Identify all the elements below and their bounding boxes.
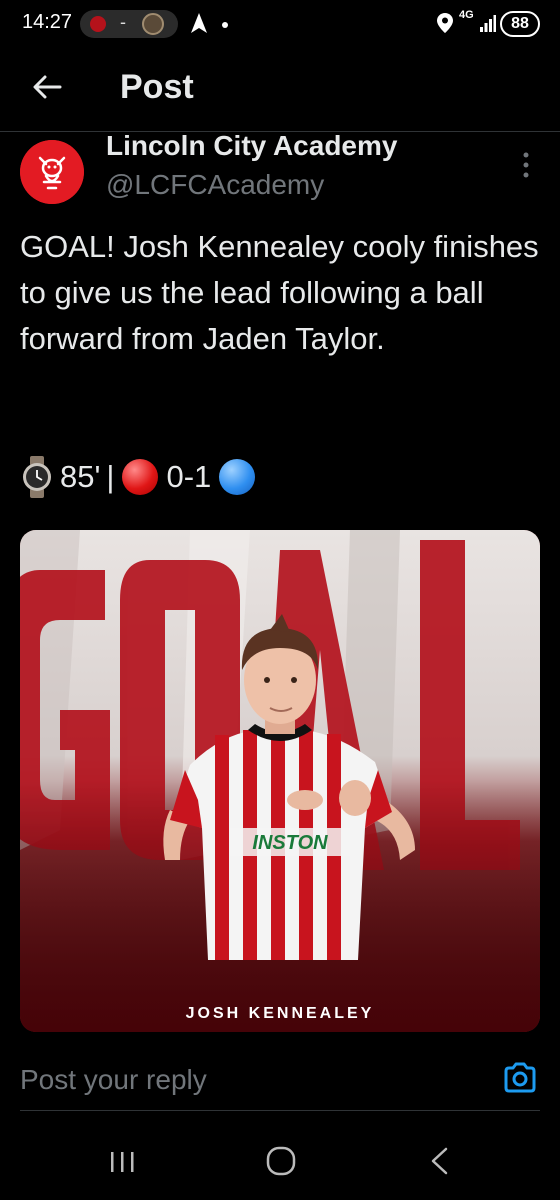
match-minute: 85' [60,459,101,494]
post-header: Post [0,48,560,132]
blue-circle-icon [219,459,256,495]
notification-dot-icon [222,22,228,28]
notification-separator: - [120,12,126,32]
match-score-line: 85' | 0-1 [20,455,263,499]
red-circle-icon [122,459,159,495]
reply-divider [20,1110,540,1111]
post-media-image[interactable]: INSTON JOSH KENNEALEY [20,530,540,1032]
camera-icon[interactable] [502,1060,538,1096]
match-score: 0-1 [166,459,212,494]
home-icon[interactable] [266,1146,296,1176]
author-avatar[interactable] [20,140,84,204]
system-back-icon[interactable] [428,1146,450,1176]
author-name[interactable]: Lincoln City Academy [106,130,397,162]
arrow-left-icon [33,75,62,99]
signal-icon [480,15,496,32]
reply-input[interactable] [20,1060,460,1100]
network-type: 4G [459,9,474,21]
system-nav-bar [0,1112,560,1200]
imp-crest-icon [20,140,84,204]
status-time: 14:27 [22,11,73,33]
battery-indicator: 88 [500,11,540,37]
player-name-caption: JOSH KENNEALEY [186,1005,375,1022]
author-handle[interactable]: @LCFCAcademy [106,169,324,201]
score-separator: | [106,459,115,494]
lincoln-notification-icon [90,16,106,32]
sponsor-text: INSTON [252,832,328,854]
watch-icon [23,456,51,498]
notification-pill: - [80,10,178,38]
back-button[interactable] [28,68,66,106]
location-icon [437,13,453,33]
navigation-arrow-icon [191,13,207,33]
recent-apps-icon[interactable] [108,1150,138,1174]
reply-bar [0,1040,560,1112]
more-vertical-icon[interactable] [516,150,536,180]
status-bar: 14:27 - 4G 88 [0,0,560,48]
post-text: GOAL! Josh Kennealey cooly finishes to g… [20,229,539,356]
app-notification-icon [142,13,164,35]
page-title: Post [120,68,194,106]
goal-graphic: INSTON JOSH KENNEALEY [20,530,540,1032]
